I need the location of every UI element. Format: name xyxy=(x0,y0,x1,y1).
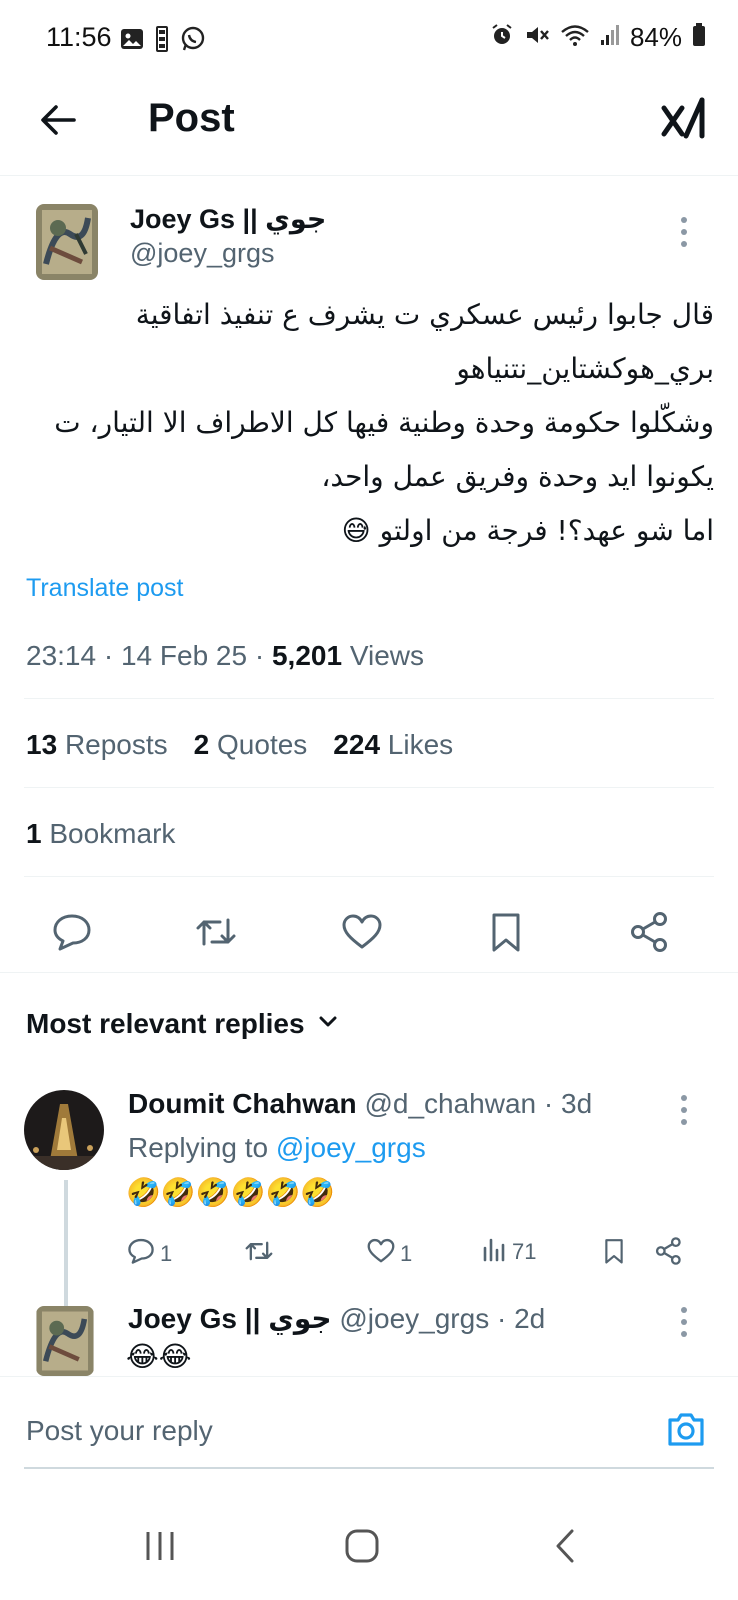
chevron-down-icon xyxy=(317,1008,339,1040)
battery-icon xyxy=(692,23,706,52)
bookmark-icon xyxy=(600,1236,628,1272)
views-label: Views xyxy=(349,640,425,671)
author-name[interactable]: Joey Gs || جوي xyxy=(130,204,326,235)
lbci-app-icon xyxy=(156,26,168,57)
divider xyxy=(24,876,714,877)
reply-author-name[interactable]: Joey Gs || جوي xyxy=(128,1303,332,1334)
repost-icon[interactable] xyxy=(194,910,238,954)
views-count: 5,201 xyxy=(271,640,343,671)
views-icon xyxy=(482,1236,508,1268)
wifi-icon xyxy=(560,23,590,52)
bookmarks-count: 1 xyxy=(26,818,42,849)
bookmarks-label: Bookmark xyxy=(49,818,176,849)
gallery-icon xyxy=(120,28,144,55)
back-nav-icon[interactable] xyxy=(546,1526,586,1566)
replies-sort-dropdown[interactable]: Most relevant replies xyxy=(26,1008,339,1040)
reposts-count: 13 xyxy=(26,729,58,760)
reply-author-handle[interactable]: @d_chahwan xyxy=(364,1088,536,1119)
reply-icon[interactable] xyxy=(50,910,94,954)
reply-composer: Post your reply xyxy=(0,1376,738,1496)
views-count: 71 xyxy=(512,1239,537,1264)
reply-author-name[interactable]: Doumit Chahwan xyxy=(128,1088,357,1119)
reply-input[interactable]: Post your reply xyxy=(26,1415,213,1447)
signal-icon xyxy=(600,24,620,51)
reply-action-repost[interactable] xyxy=(244,1236,274,1272)
repost-icon xyxy=(244,1236,274,1272)
page-title: Post xyxy=(148,96,235,140)
reply-age: 3d xyxy=(561,1088,593,1119)
share-icon[interactable] xyxy=(628,910,672,954)
more-options-icon[interactable] xyxy=(674,1092,694,1128)
likes-count: 224 xyxy=(333,729,381,760)
mute-icon xyxy=(524,23,550,52)
thread-connector xyxy=(64,1180,68,1310)
reply-action-bookmark[interactable] xyxy=(600,1236,628,1272)
bookmarks-stat: 1 Bookmark xyxy=(26,818,175,850)
input-underline xyxy=(24,1467,714,1469)
alarm-icon xyxy=(490,23,514,52)
share-icon xyxy=(654,1236,684,1272)
post-actions xyxy=(0,896,738,972)
like-icon[interactable] xyxy=(340,910,384,954)
replying-to-handle[interactable]: @joey_grgs xyxy=(276,1132,426,1163)
post-metadata: 23:14 · 14 Feb 25 · 5,201 Views xyxy=(26,640,425,671)
post-time: 23:14 xyxy=(26,640,97,671)
reply-text: 🤣🤣🤣🤣🤣🤣 xyxy=(126,1177,336,1208)
reply-header: Doumit Chahwan @d_chahwan · 3d xyxy=(128,1088,593,1119)
camera-icon[interactable] xyxy=(664,1407,708,1451)
quotes-label: Quotes xyxy=(217,729,308,760)
post-body: قال جابوا رئيس عسكري ت يشرف ع تنفيذ اتفا… xyxy=(54,298,714,547)
more-options-icon[interactable] xyxy=(674,214,694,250)
battery-percent: 84% xyxy=(629,22,682,52)
likes-label: Likes xyxy=(387,729,454,760)
divider xyxy=(24,787,714,788)
reposts-stat[interactable]: 13 Reposts xyxy=(26,729,168,761)
quotes-stat[interactable]: 2 Quotes xyxy=(194,729,308,761)
whatsapp-icon xyxy=(180,26,206,57)
reply-age: 2d xyxy=(514,1303,546,1334)
reply-action-views[interactable]: 71 xyxy=(482,1236,536,1268)
reposts-label: Reposts xyxy=(64,729,168,760)
status-time: 11:56 xyxy=(46,22,112,52)
reply-action-reply[interactable]: 1 xyxy=(126,1236,172,1272)
reply-actions: 1 1 71 xyxy=(126,1236,706,1276)
reply-text: 😂😂 xyxy=(126,1341,192,1372)
avatar[interactable] xyxy=(24,1090,104,1170)
avatar[interactable] xyxy=(36,1306,94,1376)
avatar[interactable] xyxy=(36,204,98,280)
bookmark-icon[interactable] xyxy=(484,910,528,954)
replying-prefix: Replying to xyxy=(128,1132,269,1163)
recent-apps-icon[interactable] xyxy=(140,1526,180,1566)
post-date: 14 Feb 25 xyxy=(120,640,248,671)
status-bar: 11:56 84% xyxy=(0,0,738,76)
section-divider xyxy=(0,972,738,973)
sweat-smile-emoji: 😅 xyxy=(341,514,371,547)
replying-to: Replying to @joey_grgs xyxy=(128,1132,426,1164)
reply-action-share[interactable] xyxy=(654,1236,684,1272)
like-count: 1 xyxy=(400,1241,413,1266)
reply-action-like[interactable]: 1 xyxy=(366,1236,412,1272)
translate-post-link[interactable]: Translate post xyxy=(26,574,183,603)
home-icon[interactable] xyxy=(342,1526,382,1566)
post-stats: 13 Reposts 2 Quotes 224 Likes xyxy=(26,729,453,761)
quotes-count: 2 xyxy=(193,729,210,760)
reply-author-handle[interactable]: @joey_grgs xyxy=(339,1303,489,1334)
grok-icon[interactable] xyxy=(660,94,710,144)
likes-stat[interactable]: 224 Likes xyxy=(333,729,453,761)
reply-icon xyxy=(126,1236,156,1272)
reply-count: 1 xyxy=(160,1241,173,1266)
back-arrow-icon[interactable] xyxy=(36,98,80,142)
divider xyxy=(24,698,714,699)
more-options-icon[interactable] xyxy=(674,1304,694,1340)
system-nav-bar xyxy=(0,1496,738,1600)
author-handle[interactable]: @joey_grgs xyxy=(130,238,274,269)
reply-header: Joey Gs || جوي @joey_grgs · 2d xyxy=(128,1303,546,1334)
like-icon xyxy=(366,1236,396,1272)
post-text: قال جابوا رئيس عسكري ت يشرف ع تنفيذ اتفا… xyxy=(24,288,714,558)
replies-sort-label: Most relevant replies xyxy=(26,1008,305,1039)
top-bar: Post xyxy=(0,76,738,176)
